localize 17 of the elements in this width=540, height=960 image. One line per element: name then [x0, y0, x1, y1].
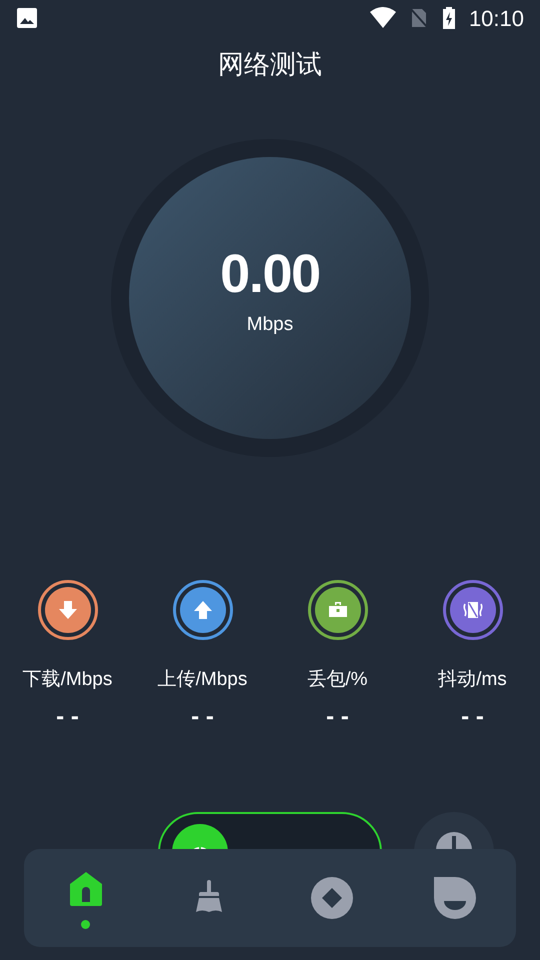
stat-label: 下载/Mbps	[22, 668, 112, 692]
clock: 10:10	[468, 4, 524, 32]
stat-label: 上传/Mbps	[158, 668, 248, 692]
stat-value: - -	[56, 702, 79, 732]
battery-charging-icon	[440, 6, 457, 30]
wifi-icon	[368, 7, 397, 29]
diamond-coin-icon	[310, 876, 354, 920]
speed-unit: Mbps	[246, 312, 294, 337]
smile-face-icon	[432, 876, 476, 920]
image-icon	[16, 7, 38, 29]
page-title: 网络测试	[218, 48, 322, 81]
stat-value: - -	[461, 702, 484, 732]
stat-label: 抖动/ms	[438, 668, 507, 692]
stat-label: 丢包/%	[307, 668, 368, 692]
speed-value: 0.00	[220, 246, 320, 301]
stat-value: - -	[191, 702, 214, 732]
stat-value: - -	[326, 702, 349, 732]
